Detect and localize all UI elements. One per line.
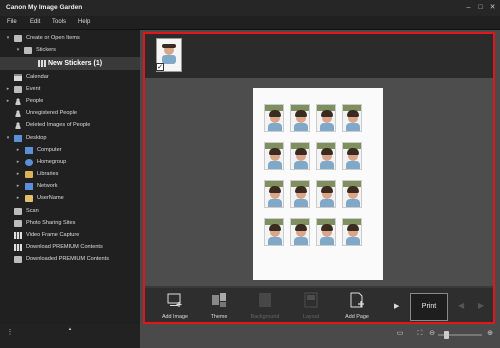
sidebar-item-desktop[interactable]: ▾ Desktop [0, 133, 140, 144]
sidebar-item-label: Scan [26, 208, 39, 214]
photo-sharing-icon [14, 220, 22, 227]
scan-icon [14, 208, 22, 215]
sidebar-item-photo-sharing-sites[interactable]: Photo Sharing Sites [0, 218, 140, 229]
sidebar-item-stickers[interactable]: ▾ Stickers [0, 45, 140, 56]
menu-bar: File Edit Tools Help [0, 16, 500, 30]
sidebar-item-scan[interactable]: Scan [0, 206, 140, 217]
sidebar-item-label: Unregistered People [26, 110, 77, 116]
download-icon [14, 244, 22, 251]
computer-icon [25, 147, 33, 154]
sidebar-item-label: Network [37, 183, 58, 189]
sidebar-item-people[interactable]: ▸ People [0, 96, 140, 107]
collapse-arrow-icon[interactable]: ▸ [5, 84, 11, 95]
calendar-icon [14, 74, 22, 81]
more-options-icon[interactable]: ⋮ [6, 329, 14, 337]
sidebar-item-deleted-images-of-people[interactable]: Deleted Images of People [0, 120, 140, 131]
menu-edit[interactable]: Edit [30, 19, 40, 25]
expand-arrow-icon[interactable]: ▾ [5, 33, 11, 44]
sidebar-item-unregistered-people[interactable]: Unregistered People [0, 108, 140, 119]
person-icon [14, 122, 22, 129]
expand-arrow-icon[interactable]: ▾ [15, 45, 21, 56]
title-bar: Canon My Image Garden – □ ✕ [0, 0, 500, 16]
sidebar-item-downloaded-premium-contents[interactable]: Downloaded PREMIUM Contents [0, 254, 140, 265]
sidebar-footer: ⋮ ▴ [0, 324, 140, 348]
desktop-icon [14, 135, 22, 142]
sidebar-item-label: People [26, 98, 44, 104]
homegroup-icon [25, 159, 33, 166]
sidebar-item-video-frame-capture[interactable]: Video Frame Capture [0, 230, 140, 241]
zoom-in-icon[interactable]: ⊕ [486, 330, 494, 338]
sidebar-item-label: Desktop [26, 135, 47, 141]
sidebar-item-label: Homegroup [37, 159, 67, 165]
sidebar-item-download-premium-contents[interactable]: Download PREMIUM Contents [0, 242, 140, 253]
sidebar-item-homegroup[interactable]: ▸ Homegroup [0, 157, 140, 168]
app-title: Canon My Image Garden [6, 4, 83, 11]
maximize-icon[interactable]: □ [476, 3, 485, 12]
sidebar-item-username[interactable]: ▸ UserName [0, 193, 140, 204]
collapse-arrow-icon[interactable]: ▸ [15, 181, 21, 192]
network-icon [25, 183, 33, 190]
sidebar-item-label: Stickers [36, 47, 56, 53]
sidebar-item-label: Deleted Images of People [26, 122, 91, 128]
sidebar-item-network[interactable]: ▸ Network [0, 181, 140, 192]
zoom-slider-handle[interactable] [444, 331, 449, 339]
sidebar-item-label: New Stickers (1) [48, 60, 103, 67]
expand-arrow-icon[interactable]: ▾ [5, 133, 11, 144]
view-mode-icon[interactable]: ▭ [396, 330, 404, 338]
sidebar-item-create-or-open-items[interactable]: ▾ Create or Open Items [0, 33, 140, 44]
sidebar-item-label: Computer [37, 147, 62, 153]
menu-file[interactable]: File [7, 19, 17, 25]
sidebar-item-new-stickers[interactable]: New Stickers (1) [0, 57, 140, 70]
folder-icon [14, 256, 22, 263]
person-icon [14, 110, 22, 117]
highlight-frame [143, 32, 495, 324]
sidebar-item-label: Video Frame Capture [26, 232, 80, 238]
fit-to-window-icon[interactable]: ⛶ [416, 330, 424, 338]
menu-tools[interactable]: Tools [52, 19, 66, 25]
sidebar-item-label: Download PREMIUM Contents [26, 244, 103, 250]
menu-help[interactable]: Help [78, 19, 90, 25]
collapse-arrow-icon[interactable]: ▸ [15, 145, 21, 156]
sidebar-item-label: Event [26, 86, 41, 92]
sidebar-item-event[interactable]: ▸ Event [0, 84, 140, 95]
sidebar-item-label: Libraries [37, 171, 59, 177]
people-icon [14, 98, 22, 105]
sidebar-item-label: Calendar [26, 74, 49, 80]
collapse-arrow-icon[interactable]: ▸ [15, 169, 21, 180]
video-icon [14, 232, 22, 239]
close-icon[interactable]: ✕ [488, 3, 497, 12]
sidebar-item-label: Photo Sharing Sites [26, 220, 76, 226]
collapse-arrow-icon[interactable]: ▸ [5, 96, 11, 107]
sidebar-item-label: UserName [37, 195, 64, 201]
libraries-icon [25, 171, 33, 178]
sidebar-item-label: Downloaded PREMIUM Contents [26, 256, 110, 262]
grid-icon [38, 60, 46, 67]
sidebar-item-computer[interactable]: ▸ Computer [0, 145, 140, 156]
sidebar-item-label: Create or Open Items [26, 35, 80, 41]
sidebar: ▾ Create or Open Items ▾ Stickers New St… [0, 30, 140, 324]
collapse-arrow-icon[interactable]: ▸ [15, 193, 21, 204]
sidebar-item-libraries[interactable]: ▸ Libraries [0, 169, 140, 180]
sidebar-collapse-icon[interactable]: ▴ [66, 325, 74, 333]
folder-icon [14, 35, 22, 42]
minimize-icon[interactable]: – [464, 3, 473, 12]
sidebar-item-calendar[interactable]: Calendar [0, 72, 140, 83]
event-icon [14, 86, 22, 93]
user-folder-icon [25, 195, 33, 202]
zoom-out-icon[interactable]: ⊖ [428, 330, 436, 338]
folder-icon [24, 47, 32, 54]
collapse-arrow-icon[interactable]: ▸ [15, 157, 21, 168]
